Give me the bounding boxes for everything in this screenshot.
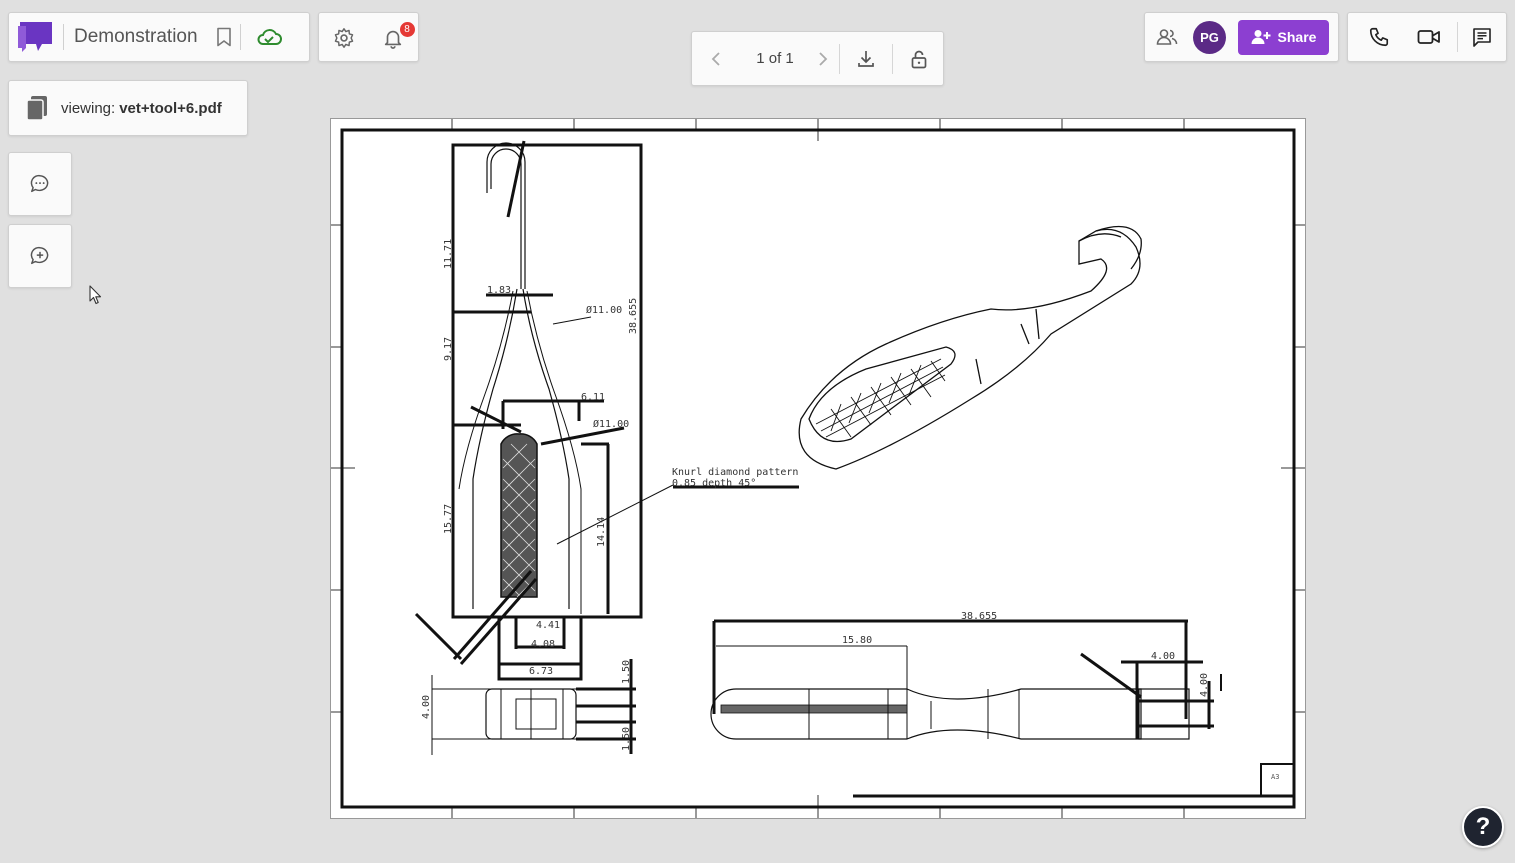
document-title[interactable]: Demonstration <box>64 26 208 48</box>
share-button-label: Share <box>1277 29 1317 45</box>
viewing-prefix: viewing: <box>61 99 116 117</box>
dim-4-08: 4.08 <box>531 639 555 650</box>
dim-4-41: 4.41 <box>536 620 560 631</box>
divider <box>892 43 893 74</box>
gear-icon[interactable] <box>319 13 369 63</box>
knurl-note-line-2: 0.85 depth 45° <box>672 478 756 489</box>
page-navigator: 1 of 1 <box>691 31 944 86</box>
avatar[interactable]: PG <box>1193 20 1226 54</box>
technical-drawing: A3 Knurl diamond pattern 0.85 depth 45° … <box>331 119 1305 818</box>
dim-neck-width: 1.83 <box>487 285 511 296</box>
dim-6-73: 6.73 <box>529 666 553 677</box>
help-icon: ? <box>1475 813 1491 840</box>
dim-diameter-a: Ø11.00 <box>586 304 622 316</box>
cloud-check-icon[interactable] <box>241 12 297 62</box>
comment-button[interactable] <box>8 152 72 216</box>
bell-icon[interactable]: 8 <box>369 13 419 63</box>
file-stack-icon <box>26 96 47 121</box>
phone-icon[interactable] <box>1348 12 1409 62</box>
dim-lower-height: 15.77 <box>443 504 454 534</box>
dim-hook-depth: 4.00 <box>1151 651 1175 662</box>
collaboration-toolbar: PG Share <box>1144 12 1339 62</box>
viewing-file-label[interactable]: viewing: vet+tool+6.pdf <box>8 80 248 136</box>
download-icon[interactable] <box>843 31 889 86</box>
mouse-cursor-icon <box>89 285 102 305</box>
bookmark-icon[interactable] <box>208 12 240 62</box>
chat-logo-icon[interactable] <box>9 12 63 62</box>
dim-right-height: 38.655 <box>628 298 639 334</box>
dim-top-height: 11.71 <box>443 239 454 269</box>
notification-badge: 8 <box>398 21 416 38</box>
viewing-filename: vet+tool+6.pdf <box>119 99 222 117</box>
dim-end-height: 4.00 <box>421 695 432 719</box>
help-button[interactable]: ? <box>1462 806 1504 848</box>
document-toolbar: Demonstration <box>8 12 310 62</box>
video-icon[interactable] <box>1409 12 1449 62</box>
dim-width-a: 6.11 <box>581 392 605 403</box>
dim-overall-length: 38.655 <box>961 611 997 622</box>
sheet-size-label: A3 <box>1271 773 1279 781</box>
comment-icon <box>30 174 49 193</box>
unlock-icon[interactable] <box>896 31 942 86</box>
dim-right-end: 4.00 <box>1199 673 1210 697</box>
pdf-page[interactable]: A3 Knurl diamond pattern 0.85 depth 45° … <box>330 118 1306 819</box>
dim-end-b: 1.50 <box>621 727 632 751</box>
user-plus-icon <box>1251 30 1271 44</box>
chevron-left-icon[interactable] <box>692 31 740 86</box>
comments-list-icon[interactable] <box>1458 12 1506 62</box>
users-icon[interactable] <box>1145 12 1189 62</box>
dim-knurl-length: 15.80 <box>842 635 872 646</box>
dim-mid-height: 9.17 <box>443 337 454 361</box>
divider <box>839 43 840 74</box>
add-comment-icon <box>30 246 49 265</box>
dim-side-height: 14.14 <box>596 517 607 547</box>
knurl-note-line-1: Knurl diamond pattern <box>672 467 798 478</box>
add-comment-button[interactable] <box>8 224 72 288</box>
dim-diameter-b: Ø11.00 <box>593 418 629 430</box>
chevron-right-icon[interactable] <box>810 31 836 86</box>
share-button[interactable]: Share <box>1238 19 1329 55</box>
dim-end-a: 1.50 <box>621 660 632 684</box>
call-toolbar <box>1347 12 1507 62</box>
settings-toolbar: 8 <box>318 12 419 62</box>
page-indicator: 1 of 1 <box>756 50 794 67</box>
